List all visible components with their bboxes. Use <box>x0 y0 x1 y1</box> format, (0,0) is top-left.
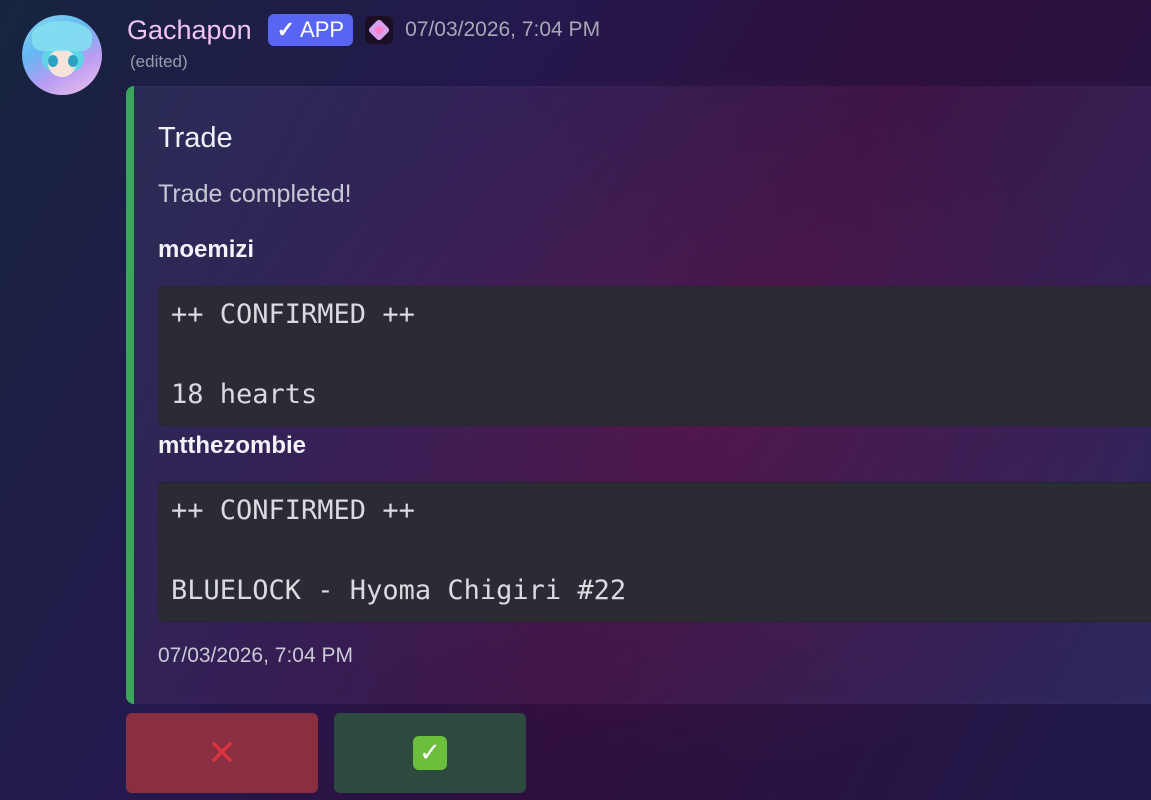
embed-title: Trade <box>158 122 233 154</box>
edited-label: (edited) <box>130 52 188 71</box>
bot-username[interactable]: Gachapon <box>127 15 252 46</box>
field-code-block-moemizi: ++ CONFIRMED ++ 18 hearts <box>158 286 1151 426</box>
code-line: ++ CONFIRMED ++ <box>171 299 415 330</box>
app-badge-label: APP <box>300 17 345 42</box>
field-name-moemizi: moemizi <box>158 236 255 263</box>
server-tag-icon[interactable] <box>365 16 394 44</box>
check-box-icon: ✓ <box>413 736 447 770</box>
verified-check-icon: ✓ <box>276 17 296 42</box>
field-code-block-mtthezombie: ++ CONFIRMED ++ BLUELOCK - Hyoma Chigiri… <box>158 482 1151 622</box>
embed-accent-bar <box>126 86 134 704</box>
avatar-eye-left <box>48 55 58 67</box>
app-badge: ✓ APP <box>267 14 354 46</box>
bot-avatar[interactable] <box>22 15 102 95</box>
trade-embed: Trade Trade completed! moemizi ++ CONFIR… <box>126 86 1151 704</box>
message-timestamp: 07/03/2026, 7:04 PM <box>405 18 601 41</box>
reject-button[interactable]: ✕ <box>126 713 318 793</box>
embed-description: Trade completed! <box>158 180 352 208</box>
code-line: 18 hearts <box>171 379 318 410</box>
embed-footer-timestamp: 07/03/2026, 7:04 PM <box>158 644 353 667</box>
avatar-hair <box>32 21 92 51</box>
field-name-mtthezombie: mtthezombie <box>158 432 307 459</box>
accept-button[interactable]: ✓ <box>334 713 526 793</box>
cross-mark-icon: ✕ <box>206 732 238 774</box>
code-line: ++ CONFIRMED ++ <box>171 495 415 526</box>
message-header: Gachapon ✓ APP 07/03/2026, 7:04 PM <box>127 12 600 48</box>
code-line: BLUELOCK - Hyoma Chigiri #22 <box>171 575 627 606</box>
avatar-eye-right <box>68 55 78 67</box>
